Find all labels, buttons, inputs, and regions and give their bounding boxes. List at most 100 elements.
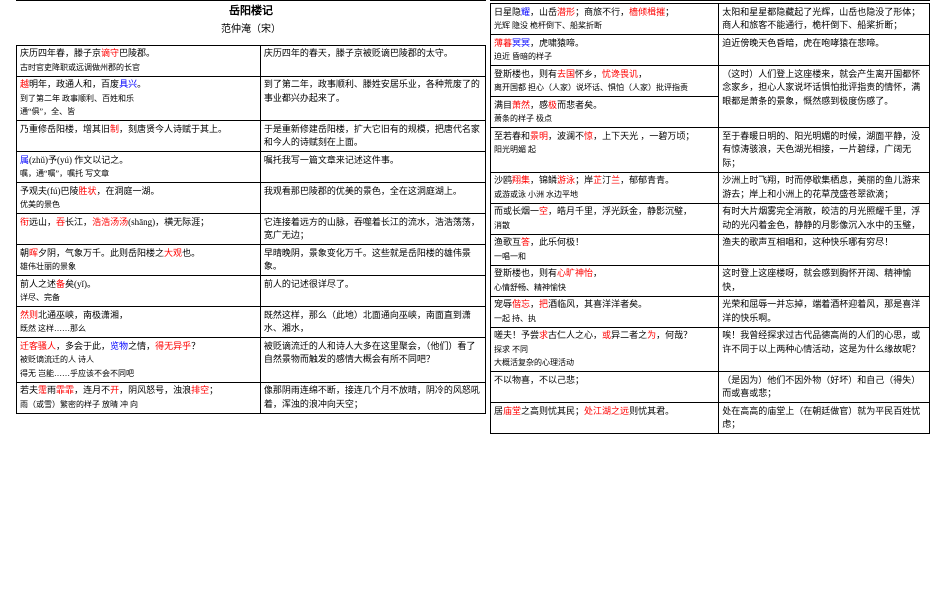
translation-cell: 沙洲上时飞翔，时而停歇集栖息，美丽的鱼儿游来游去；岸上和小洲上的花草茂盛苍翠欲滴… xyxy=(719,172,930,203)
orig-cell: 朝晖夕阴，气象万千。此则岳阳楼之大观也。雄伟壮丽的景象 xyxy=(17,245,261,276)
orig-cell: 前人之述备矣(yǐ)。详尽、完备 xyxy=(17,276,261,307)
text-segment: 属 xyxy=(20,155,29,165)
text-segment: 浩浩汤汤 xyxy=(92,217,128,227)
orig-line: 属(zhǔ)予(yú) 作文以记之。 xyxy=(20,154,257,168)
text-segment: 制 xyxy=(110,124,119,134)
text-segment: ，郁郁青青。 xyxy=(620,175,674,185)
text-segment: 把 xyxy=(539,299,548,309)
text-segment: 到了第二年 政事顺利、百姓和乐 xyxy=(20,94,134,103)
text-segment: 极 xyxy=(548,100,557,110)
orig-line: 日星隐耀，山岳潜形；商旅不行，樯倾楫摧； xyxy=(494,6,715,20)
orig-line: 宠辱偕忘，把酒临风，其喜洋洋者矣。 xyxy=(494,298,715,312)
orig-line: 而或长烟一空，皓月千里，浮光跃金，静影沉璧， xyxy=(494,205,715,219)
text-segment: 北通巫峡，南极潇湘， xyxy=(38,310,128,320)
orig-line: 既然 这样……那么 xyxy=(20,322,257,336)
text-segment: 百废 xyxy=(101,79,119,89)
translation-cell: 迫近傍晚天色昏暗，虎在咆哮猿在悲啼。 xyxy=(719,35,930,66)
text-segment: 通“俱”，全、皆 xyxy=(20,107,75,116)
orig-line: 登斯楼也，则有去国怀乡，忧谗畏讥， xyxy=(494,68,715,82)
text-segment: 怀乡， xyxy=(575,69,602,79)
text-segment: 晖 xyxy=(29,248,38,258)
text-segment: 优美的景色 xyxy=(20,200,60,209)
text-segment: 之高则忧其民； xyxy=(521,406,584,416)
orig-line: 详尽、完备 xyxy=(20,291,257,305)
orig-cell: 居庙堂之高则忧其民；处江湖之远则忧其君。 xyxy=(491,403,719,434)
orig-cell: 至若春和景明，波澜不惊，上下天光 ，一碧万顷；阳光明媚 起 xyxy=(491,128,719,173)
text-segment: 为 xyxy=(647,330,656,340)
text-segment: ； xyxy=(665,7,674,17)
orig-line: 至若春和景明，波澜不惊，上下天光 ，一碧万顷； xyxy=(494,130,715,144)
text-segment: ？ xyxy=(191,341,200,351)
text-segment: 日星隐 xyxy=(494,7,521,17)
text-segment: 朝 xyxy=(20,248,29,258)
orig-line: 嘱，通“嘱”，嘱托 写文章 xyxy=(20,167,257,181)
table-row: 乃重修岳阳楼，增其旧制，刻唐贤今人诗赋于其上。于是重新修建岳阳楼，扩大它旧有的规… xyxy=(17,121,486,152)
text-segment: ，何哉？ xyxy=(656,330,692,340)
table-row: 予观夫(fú)巴陵胜状，在洞庭一湖。优美的景色我观看那巴陵郡的优美的景色，全在这… xyxy=(17,183,486,214)
orig-line: 渔歌互答，此乐何极！ xyxy=(494,236,715,250)
text-segment: 芷 xyxy=(593,175,602,185)
text-segment: ，此乐何极！ xyxy=(530,237,584,247)
orig-cell: 沙鸥翔集，锦鳞游泳；岸芷汀兰，郁郁青青。或游或泳 小洲 水边平地 xyxy=(491,172,719,203)
orig-cell: 宠辱偕忘，把酒临风，其喜洋洋者矣。一起 持、执 xyxy=(491,296,719,327)
orig-cell: 不以物喜，不以己悲； xyxy=(491,372,719,403)
text-segment: 一唱一和 xyxy=(494,252,526,261)
text-segment: ，皓月千里，浮光跃金，静影沉璧， xyxy=(548,206,692,216)
table-row: 嗟夫！予尝求古仁人之心，或异二者之为，何哉？探求 不同大概活复杂的心理活动唉！我… xyxy=(491,327,930,372)
left-table: 庆历四年春，滕子京谪守巴陵郡。古时官吏降职或远调做州郡的长官庆历四年的春天，滕子… xyxy=(16,45,486,414)
text-segment: ，波澜不 xyxy=(548,131,584,141)
table-row: 庆历四年春，滕子京谪守巴陵郡。古时官吏降职或远调做州郡的长官庆历四年的春天，滕子… xyxy=(17,45,486,76)
translation-cell: 像那阴雨连绵不断，接连几个月不放晴，阴冷的风怒吼着，浑浊的浪冲向天空； xyxy=(260,382,485,413)
orig-cell: 嗟夫！予尝求古仁人之心，或异二者之为，何哉？探求 不同大概活复杂的心理活动 xyxy=(491,327,719,372)
translation-cell: 渔夫的歌声互相唱和，这种快乐哪有穷尽！ xyxy=(719,234,930,265)
orig-cell: 登斯楼也，则有心旷神怡，心情舒畅、精神愉快 xyxy=(491,265,719,296)
table-row: 居庙堂之高则忧其民；处江湖之远则忧其君。处在高高的庙堂上（在朝廷做官）就为平民百… xyxy=(491,403,930,434)
text-segment: ； xyxy=(209,385,218,395)
text-segment: 不以物喜，不以己悲； xyxy=(494,375,584,385)
text-segment: 谪守 xyxy=(101,48,119,58)
orig-line: 离开国都 担心（人家）说坏话、惧怕（人家）批评指责 xyxy=(494,81,715,95)
orig-cell: 乃重修岳阳楼，增其旧制，刻唐贤今人诗赋于其上。 xyxy=(17,121,261,152)
table-row: 日星隐耀，山岳潜形；商旅不行，樯倾楫摧；光辉 隐没 桅杆倒下、船桨折断太阳和星星… xyxy=(491,4,930,35)
text-segment: 翔集 xyxy=(512,175,530,185)
translation-cell: 于是重新修建岳阳楼，扩大它旧有的规模，把唐代名家和今人的诗赋刻在上面。 xyxy=(260,121,485,152)
text-segment: 胜状 xyxy=(79,186,97,196)
orig-line: 若夫霪雨霏霏，连月不开，阴风怒号，浊浪排空； xyxy=(20,384,257,398)
orig-cell: 薄暮冥冥，虎啸猿啼。迫近 昏暗的样子 xyxy=(491,35,719,66)
text-segment: 骚人 xyxy=(38,341,56,351)
orig-line: 雨（或雪）繁密的样子 放晴 冲 向 xyxy=(20,398,257,412)
orig-line: 古时官吏降职或远调做州郡的长官 xyxy=(20,61,257,75)
text-segment: 若夫 xyxy=(20,385,38,395)
text-segment: ， xyxy=(593,268,602,278)
text-segment: 霪 xyxy=(38,385,47,395)
text-segment: 矣(yǐ)。 xyxy=(65,279,96,289)
table-row: 至若春和景明，波澜不惊，上下天光 ，一碧万顷；阳光明媚 起至于春暖日明的、阳光明… xyxy=(491,128,930,173)
text-segment: 长江， xyxy=(65,217,92,227)
text-segment: 满目 xyxy=(494,100,512,110)
text-segment: 古仁人之心， xyxy=(548,330,602,340)
translation-cell: （是因为）他们不因外物（好坏）和自己（得失）而或喜或悲； xyxy=(719,372,930,403)
text-segment: ，山岳 xyxy=(530,7,557,17)
orig-line: 阳光明媚 起 xyxy=(494,143,715,157)
text-segment: 景明 xyxy=(530,131,548,141)
orig-line: 雄伟壮丽的景象 xyxy=(20,260,257,274)
orig-line: 优美的景色 xyxy=(20,198,257,212)
text-segment: 夕阴，气象万千。此则岳阳楼之 xyxy=(38,248,164,258)
text-segment: 心旷神怡 xyxy=(557,268,593,278)
orig-cell: 越明年，政通人和，百废具兴。到了第二年 政事顺利、百姓和乐通“俱”，全、皆 xyxy=(17,76,261,121)
text-segment: 一起 持、执 xyxy=(494,314,536,323)
text-segment: 被贬谪流迁的人 诗人 xyxy=(20,355,94,364)
text-segment: 迁客 xyxy=(20,341,38,351)
translation-cell: 有时大片烟雾完全消散，皎洁的月光照耀千里，浮动的光闪着金色，静静的月影像沉入水中… xyxy=(719,203,930,234)
orig-line: 朝晖夕阴，气象万千。此则岳阳楼之大观也。 xyxy=(20,247,257,261)
text-segment: 嘱，通“嘱”，嘱托 写文章 xyxy=(20,169,109,178)
text-segment: 偕忘 xyxy=(512,299,530,309)
orig-cell: 登斯楼也，则有去国怀乡，忧谗畏讥，离开国都 担心（人家）说坏话、惧怕（人家）批评… xyxy=(491,66,719,97)
text-segment: 得无异乎 xyxy=(155,341,191,351)
orig-line: 登斯楼也，则有心旷神怡， xyxy=(494,267,715,281)
text-segment: 明年 xyxy=(29,79,47,89)
text-segment: 备 xyxy=(56,279,65,289)
orig-line: 满目萧然，感极而悲者矣。 xyxy=(494,99,715,113)
orig-line: 到了第二年 政事顺利、百姓和乐 xyxy=(20,92,257,106)
text-segment: 雄伟壮丽的景象 xyxy=(20,262,76,271)
